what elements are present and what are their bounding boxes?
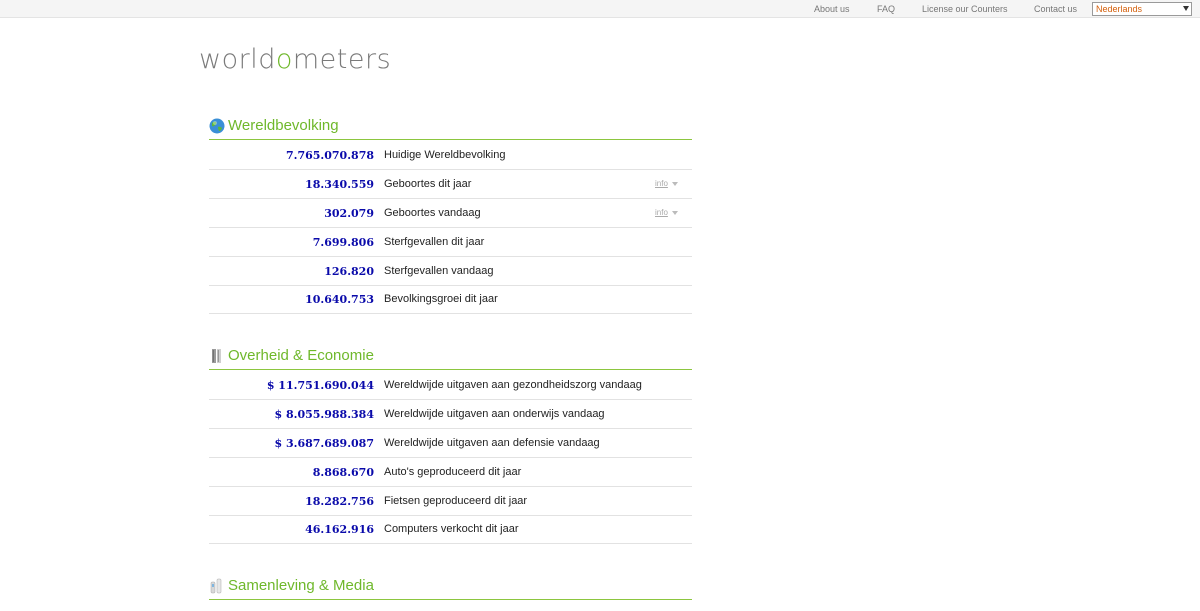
counter-label: Auto's geproduceerd dit jaar	[384, 466, 522, 478]
counter-value: 18.282.756	[305, 495, 374, 508]
logo-text-meters: meters	[292, 44, 392, 75]
nav-faq-link[interactable]: FAQ	[877, 4, 895, 14]
logo-text-world: world	[199, 44, 276, 75]
counter-value: 46.162.916	[305, 523, 374, 536]
chevron-down-icon	[1183, 6, 1189, 11]
counter-label: Fietsen geproduceerd dit jaar	[384, 495, 528, 507]
table-row: 46.162.916 Computers verkocht dit jaar	[209, 515, 692, 544]
top-bar: About us FAQ License our Counters Contac…	[0, 0, 1200, 18]
counter-label: Wereldwijde uitgaven aan onderwijs vanda…	[384, 408, 605, 420]
table-row: 10.640.753 Bevolkingsgroei dit jaar	[209, 285, 692, 314]
language-select[interactable]: Nederlands	[1092, 2, 1192, 16]
counter-label: Geboortes dit jaar	[384, 178, 472, 190]
section-header-society-media: Samenleving & Media	[209, 574, 692, 600]
section-header-population: Wereldbevolking	[209, 114, 692, 140]
counter-value: 126.820	[324, 265, 374, 278]
chevron-down-icon[interactable]	[672, 211, 678, 215]
table-row: $ 3.687.689.087 Wereldwijde uitgaven aan…	[209, 429, 692, 458]
counter-label: Wereldwijde uitgaven aan gezondheidszorg…	[384, 379, 642, 391]
table-row: 7.699.806 Sterfgevallen dit jaar	[209, 228, 692, 257]
media-icon	[209, 578, 225, 594]
counter-value: 7.765.070.878	[285, 149, 374, 162]
counter-label: Bevolkingsgroei dit jaar	[384, 293, 498, 305]
counter-value: 10.640.753	[305, 293, 374, 306]
globe-icon	[209, 118, 225, 134]
nav-license-link[interactable]: License our Counters	[922, 4, 1008, 14]
section-title: Samenleving & Media	[228, 577, 374, 594]
section-header-government-economy: Overheid & Economie	[209, 344, 692, 370]
site-logo[interactable]: worldometers	[199, 44, 391, 75]
building-icon	[209, 348, 225, 364]
counter-label: Huidige Wereldbevolking	[384, 149, 506, 161]
counter-value: 302.079	[324, 207, 374, 220]
counter-value: 8.868.670	[312, 466, 374, 479]
table-row: $ 8.055.988.384 Wereldwijde uitgaven aan…	[209, 400, 692, 429]
counter-label: Computers verkocht dit jaar	[384, 523, 519, 535]
table-row: 18.282.756 Fietsen geproduceerd dit jaar	[209, 487, 692, 516]
table-row: 126.820 Sterfgevallen vandaag	[209, 257, 692, 286]
counter-label: Sterfgevallen dit jaar	[384, 236, 485, 248]
language-select-value: Nederlands	[1096, 4, 1143, 14]
table-row: 8.868.670 Auto's geproduceerd dit jaar	[209, 458, 692, 487]
info-link[interactable]: info	[655, 208, 668, 217]
nav-contact-link[interactable]: Contact us	[1034, 4, 1077, 14]
counter-value: 18.340.559	[305, 178, 374, 191]
counter-label: Geboortes vandaag	[384, 207, 481, 219]
counter-value: $ 11.751.690.044	[266, 379, 374, 392]
table-row: 18.340.559 Geboortes dit jaar info	[209, 170, 692, 199]
logo-text-o: o	[275, 44, 293, 75]
table-row: $ 11.751.690.044 Wereldwijde uitgaven aa…	[209, 371, 692, 400]
section-title: Wereldbevolking	[228, 117, 339, 134]
chevron-down-icon[interactable]	[672, 182, 678, 186]
info-link[interactable]: info	[655, 179, 668, 188]
table-row: 302.079 Geboortes vandaag info	[209, 199, 692, 228]
counter-value: $ 3.687.689.087	[274, 437, 374, 450]
counter-label: Sterfgevallen vandaag	[384, 265, 494, 277]
counter-value: 7.699.806	[312, 236, 374, 249]
nav-about-link[interactable]: About us	[814, 4, 850, 14]
section-title: Overheid & Economie	[228, 347, 374, 364]
table-row: 7.765.070.878 Huidige Wereldbevolking	[209, 141, 692, 170]
counter-label: Wereldwijde uitgaven aan defensie vandaa…	[384, 437, 600, 449]
counter-value: $ 8.055.988.384	[274, 408, 374, 421]
